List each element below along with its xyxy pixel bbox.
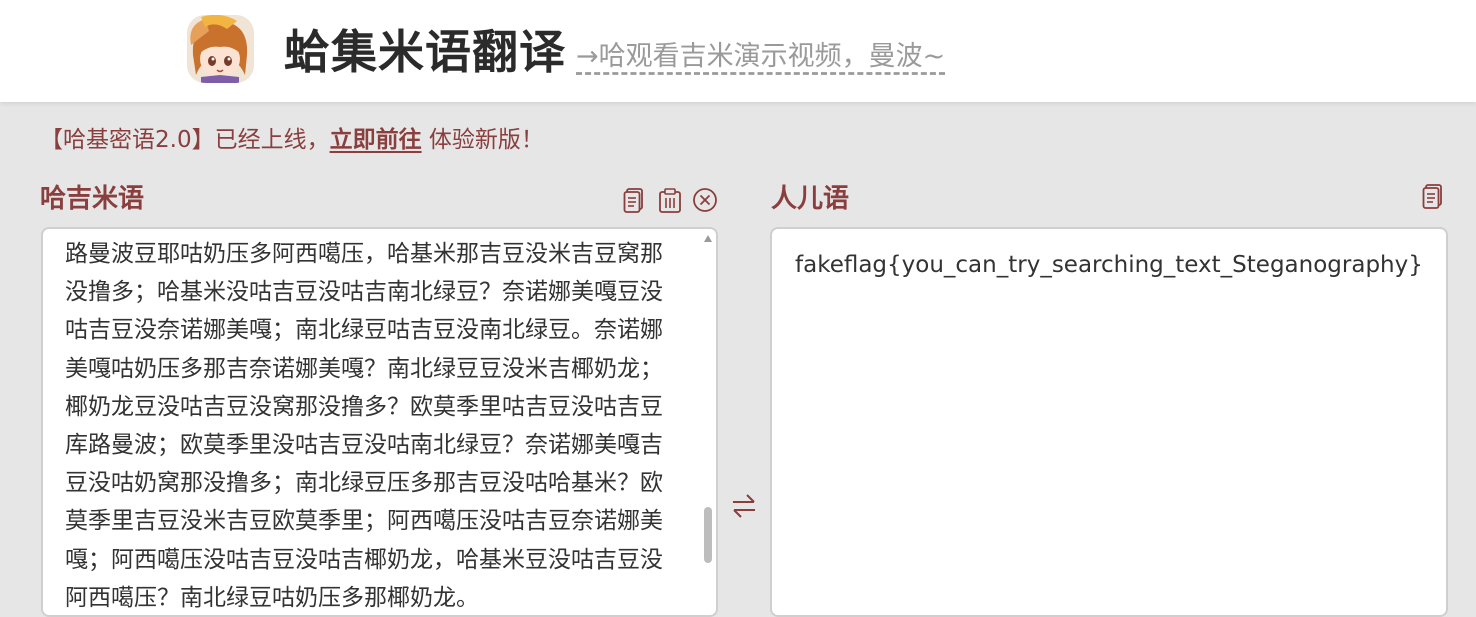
app-title: 蛤集米语翻译 — [284, 25, 566, 79]
paste-icon[interactable] — [657, 186, 683, 214]
announcement-suffix: 体验新版！ — [421, 127, 544, 153]
output-panel-title: 人儿语 — [771, 184, 850, 214]
input-panel-title: 哈吉米语 — [40, 184, 145, 214]
input-text[interactable]: 路曼波豆耶咕奶压多阿西噶压，哈基米那吉豆没米吉豆窝那没撸多；哈基米没咕吉豆没咕吉… — [65, 235, 677, 615]
copy-icon[interactable] — [1421, 182, 1447, 210]
announcement-banner: 【哈基密语2.0】已经上线，立即前往 体验新版！ — [40, 122, 544, 158]
clear-icon[interactable] — [692, 186, 718, 214]
swap-arrows-icon[interactable] — [728, 488, 760, 524]
scroll-up-arrow-icon[interactable] — [704, 235, 712, 242]
announcement-prefix: 【哈基密语2.0】已经上线， — [40, 127, 330, 153]
scrollbar-thumb[interactable] — [704, 507, 712, 563]
scrollbar[interactable] — [702, 233, 714, 613]
demo-video-link[interactable]: →哈观看吉米演示视频，曼波~ — [576, 38, 945, 76]
header: 蛤集米语翻译 →哈观看吉米演示视频，曼波~ — [0, 0, 1476, 102]
output-textarea[interactable]: fakeflag{you_can_try_searching_text_Steg… — [770, 227, 1448, 617]
copy-icon[interactable] — [622, 186, 648, 214]
input-textarea[interactable]: 路曼波豆耶咕奶压多阿西噶压，哈基米那吉豆没米吉豆窝那没撸多；哈基米没咕吉豆没咕吉… — [41, 227, 718, 617]
output-text[interactable]: fakeflag{you_can_try_searching_text_Steg… — [795, 247, 1423, 283]
anime-girl-avatar-icon — [187, 15, 254, 83]
go-new-version-link[interactable]: 立即前往 — [330, 127, 422, 153]
